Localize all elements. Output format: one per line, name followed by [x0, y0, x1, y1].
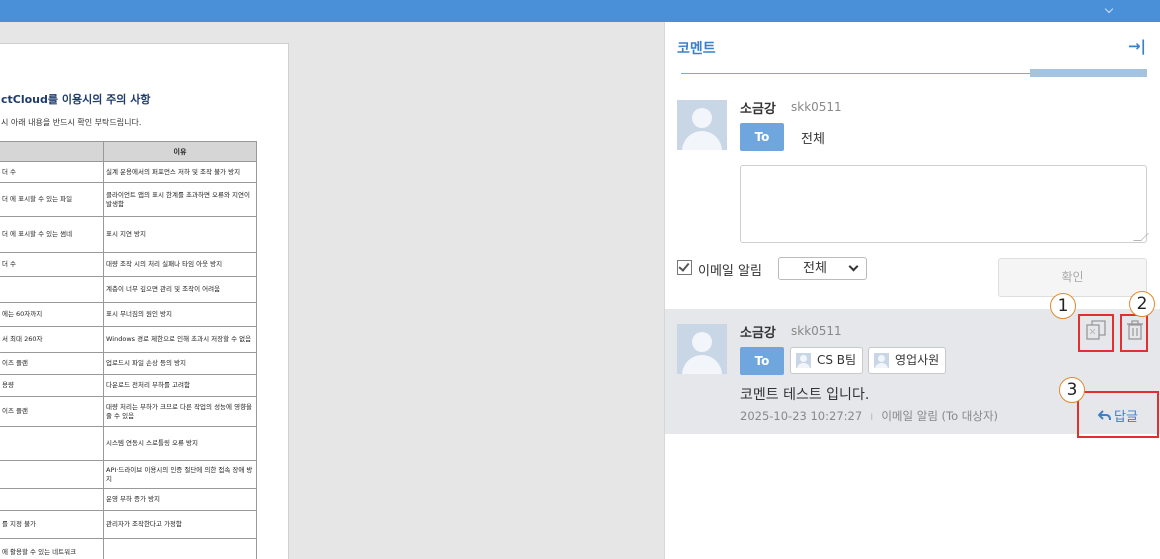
table-row: 이즈 플랜 대량 처리는 부하가 크므로 다른 작업의 성능에 영향을 줄 수 있… [0, 396, 257, 427]
avatar [677, 100, 727, 150]
email-select-value: 전체 [803, 261, 827, 276]
table-cell: Windows 경로 제한으로 인해 초과시 저장할 수 없음 [103, 326, 257, 353]
highlight-box-copy [1078, 314, 1114, 352]
recipient-chip-label: 영업사원 [895, 353, 940, 367]
group-avatar-icon [874, 353, 889, 368]
table-row: 더 수 실계 운용에서의 퍼포먼스 저하 및 조작 불가 방지 [0, 161, 257, 183]
table-cell: 에는 60자까지 [0, 302, 104, 327]
top-bar [0, 0, 1160, 22]
highlight-box-delete [1120, 314, 1148, 352]
comment-text: 코멘트 테스트 입니다. [740, 387, 870, 403]
table-cell: 운영 부하 증가 방지 [103, 488, 257, 511]
callout-1: 1 [1050, 293, 1076, 319]
email-notify-select[interactable]: 전체 [778, 257, 867, 280]
table-cell: 다운로드 전처리 부하를 고려함 [103, 374, 257, 397]
table-cell: 대량 조작 시의 처리 실패나 타임 아웃 방지 [103, 252, 257, 277]
table-cell [103, 538, 257, 559]
document-page: ctCloud를 이용시의 주의 사항 시 아래 내용을 반드시 확인 부탁드립… [0, 43, 289, 559]
email-notify-checkbox[interactable] [677, 260, 692, 275]
table-cell: API·드라이브 이용시의 인증 절단에 의한 접속 장애 방지 [103, 460, 257, 489]
table-row: 시스템 연동시 스로틀링 오류 방지 [0, 426, 257, 461]
table-cell: 대량 처리는 부하가 크므로 다른 작업의 성능에 영향을 줄 수 있음 [103, 396, 257, 427]
table-cell: 에 활용할 수 있는 네트워크 [0, 538, 104, 559]
document-title: ctCloud를 이용시의 주의 사항 [1, 93, 151, 106]
comment-user-name: 소금강 [740, 326, 776, 341]
table-cell: 관리자가 조작한다고 가정함 [103, 510, 257, 539]
comment-panel: 코멘트 →| 소금강 skk0511 To 전체 이메일 알림 전체 확인 소금… [664, 22, 1160, 559]
table-cell: 더 에 표시할 수 있는 파일 [0, 182, 104, 217]
table-cell: 표시 무너짐의 원인 방지 [103, 302, 257, 327]
recipient-all: 전체 [801, 132, 825, 147]
highlight-box-reply [1077, 391, 1159, 438]
comment-notify-info: 이메일 알림 (To 대상자) [881, 409, 999, 423]
table-cell: 더 수 [0, 161, 104, 183]
table-cell [0, 426, 104, 461]
table-row: 계층이 너무 깊으면 관리 및 조작이 어려움 [0, 276, 257, 303]
table-row: 에는 60자까지 표시 무너짐의 원인 방지 [0, 302, 257, 327]
table-row: 서 최대 260자 Windows 경로 제한으로 인해 초과시 저장할 수 없음 [0, 326, 257, 353]
avatar-body [682, 355, 722, 374]
comment-meta: 2025-10-23 10:27:27 ı 이메일 알림 (To 대상자) [740, 408, 998, 424]
table-cell: 클라이언트 앱의 표시 한계를 초과하면 오류와 지연이 발생함 [103, 182, 257, 217]
table-cell: 표시 지연 방지 [103, 216, 257, 253]
panel-divider-highlight [1030, 69, 1147, 77]
table-cell [0, 276, 104, 303]
document-table: 이유 더 수 실계 운용에서의 퍼포먼스 저하 및 조작 불가 방지 더 에 표시… [0, 141, 257, 559]
table-cell: 시스템 연동시 스로틀링 오류 방지 [103, 426, 257, 461]
table-cell [0, 460, 104, 489]
chevron-down-icon[interactable] [1104, 4, 1114, 14]
recipient-chip: 영업사원 [868, 347, 947, 374]
to-button[interactable]: To [740, 123, 784, 151]
table-row: 더 수 대량 조작 시의 처리 실패나 타임 아웃 방지 [0, 252, 257, 277]
table-row: 용량 다운로드 전처리 부하를 고려함 [0, 374, 257, 397]
table-row: 더 에 표시할 수 있는 썸네 표시 지연 방지 [0, 216, 257, 253]
table-row: API·드라이브 이용시의 인증 절단에 의한 접속 장애 방지 [0, 460, 257, 489]
table-header: 이유 [103, 141, 257, 162]
table-row: 운영 부하 증가 방지 [0, 488, 257, 511]
table-cell: 용량 [0, 374, 104, 397]
composer-user-name: 소금강 [740, 102, 776, 117]
comment-timestamp: 2025-10-23 10:27:27 [740, 409, 863, 423]
composer-user-id: skk0511 [791, 100, 842, 114]
table-cell [0, 488, 104, 511]
table-cell: 더 에 표시할 수 있는 썸네 [0, 216, 104, 253]
table-cell: 업로드시 파일 손상 등의 방지 [103, 352, 257, 375]
email-notify-label: 이메일 알림 [698, 264, 762, 279]
callout-2: 2 [1129, 291, 1155, 317]
table-row: 이즈 플랜 업로드시 파일 손상 등의 방지 [0, 352, 257, 375]
callout-3: 3 [1059, 377, 1085, 403]
table-cell: 이즈 플랜 [0, 352, 104, 375]
table-cell: 이즈 플랜 [0, 396, 104, 427]
table-row: 를 지정 불가 관리자가 조작한다고 가정함 [0, 510, 257, 539]
table-row: 에 활용할 수 있는 네트워크 [0, 538, 257, 559]
recipient-chip: CS B팀 [790, 347, 864, 374]
panel-title: 코멘트 [677, 41, 716, 57]
to-label: To [740, 347, 784, 375]
avatar-body [682, 131, 722, 150]
comment-user-id: skk0511 [791, 324, 842, 338]
checkmark-icon [678, 260, 690, 272]
avatar-head [692, 108, 712, 128]
table-cell: 더 수 [0, 252, 104, 277]
table-cell: 계층이 너무 깊으면 관리 및 조작이 어려움 [103, 276, 257, 303]
table-header [0, 141, 104, 162]
avatar [677, 324, 727, 374]
table-row: 더 에 표시할 수 있는 파일 클라이언트 앱의 표시 한계를 초과하면 오류와 … [0, 182, 257, 217]
chevron-down-icon [848, 261, 859, 272]
confirm-button[interactable]: 확인 [998, 258, 1147, 297]
table-cell: 를 지정 불가 [0, 510, 104, 539]
group-avatar-icon [796, 353, 811, 368]
document-subtitle: 시 아래 내용을 반드시 확인 부탁드립니다. [1, 118, 142, 127]
comment-input[interactable] [740, 165, 1147, 243]
meta-separator: ı [870, 409, 874, 423]
table-cell: 서 최대 260자 [0, 326, 104, 353]
collapse-panel-icon[interactable]: →| [1128, 37, 1146, 55]
recipient-chip-label: CS B팀 [817, 353, 857, 367]
table-cell: 실계 운용에서의 퍼포먼스 저하 및 조작 불가 방지 [103, 161, 257, 183]
document-viewer: ctCloud를 이용시의 주의 사항 시 아래 내용을 반드시 확인 부탁드립… [0, 22, 664, 559]
avatar-head [692, 332, 712, 352]
